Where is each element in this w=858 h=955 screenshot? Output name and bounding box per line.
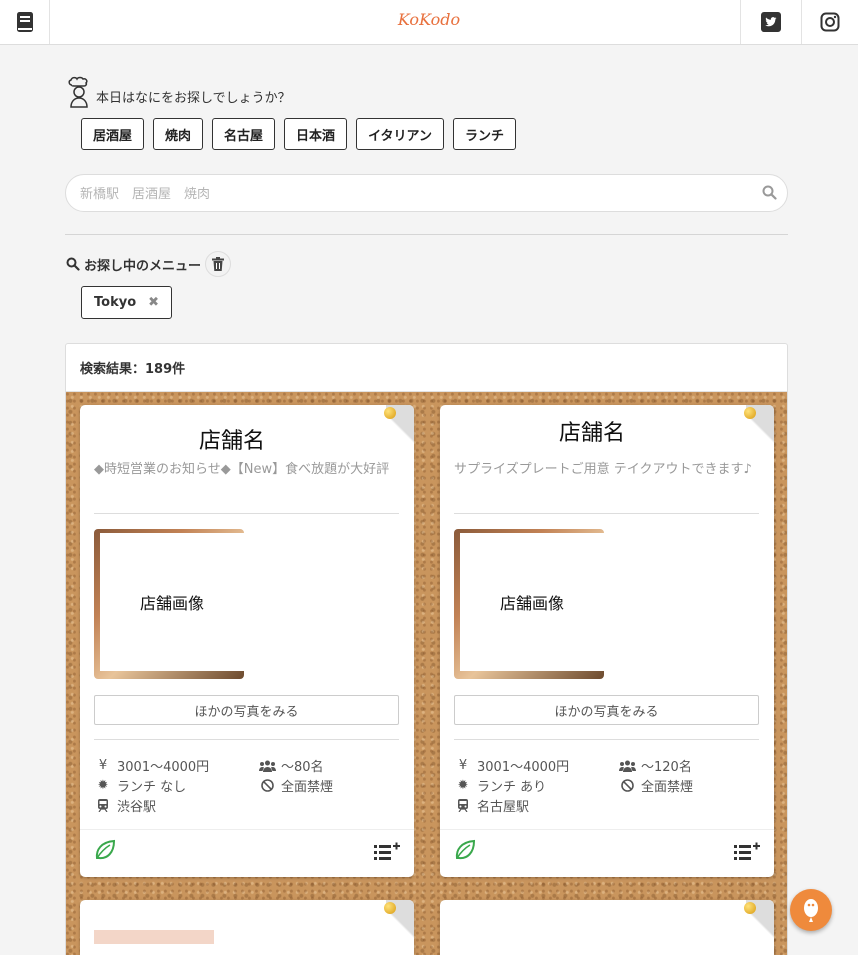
- station-value: 渋谷駅: [117, 800, 157, 815]
- capacity-info: 〜80名: [258, 756, 324, 775]
- store-photo[interactable]: 店舗画像: [454, 529, 604, 679]
- favorite-leaf-button[interactable]: [454, 839, 476, 865]
- quick-keyword-chips: 居酒屋 焼肉 名古屋 日本酒 イタリアン ランチ: [81, 118, 517, 150]
- store-description: ◆時短営業のお知らせ◆【New】食べ放題が大好評: [94, 462, 390, 477]
- sun-icon: ✹: [457, 778, 469, 793]
- smoking-info: 全面禁煙: [618, 776, 693, 795]
- chip-italian[interactable]: イタリアン: [356, 118, 445, 150]
- yen-icon: ¥: [458, 758, 468, 773]
- mascot-chat-button[interactable]: [790, 889, 832, 931]
- train-icon: [94, 799, 112, 812]
- pin-icon: [744, 407, 756, 419]
- card-footer-divider: [80, 829, 414, 830]
- prompt-text: 本日はなにをお探しでしょうか？: [96, 91, 291, 106]
- active-filter-header: お探し中のメニュー: [66, 251, 232, 277]
- menu-button[interactable]: [0, 0, 50, 44]
- chef-icon: [68, 76, 88, 108]
- search-input[interactable]: [80, 183, 740, 205]
- filter-tag-label: Tokyo: [94, 295, 137, 310]
- clear-filters-button[interactable]: [205, 251, 232, 277]
- book-icon: [16, 12, 33, 32]
- store-name[interactable]: 店舗名: [80, 423, 384, 455]
- smoking-value: 全面禁煙: [641, 780, 694, 795]
- search-icon: [762, 185, 777, 200]
- station-info: 名古屋駅: [454, 796, 529, 815]
- list-add-icon: [374, 842, 400, 860]
- chip-nagoya[interactable]: 名古屋: [212, 118, 276, 150]
- chip-yakiniku[interactable]: 焼肉: [153, 118, 204, 150]
- capacity-value: 〜120名: [641, 760, 692, 775]
- more-photos-button[interactable]: ほかの写真をみる: [94, 695, 399, 725]
- store-card-partial[interactable]: [440, 900, 774, 955]
- price-value: 3001〜4000円: [117, 760, 210, 775]
- station-info: 渋谷駅: [94, 796, 156, 815]
- card-divider: [454, 513, 759, 514]
- add-to-list-button[interactable]: [734, 842, 760, 864]
- favorite-leaf-button[interactable]: [94, 839, 116, 865]
- filter-title: お探し中のメニュー: [84, 258, 202, 274]
- more-photos-button[interactable]: ほかの写真をみる: [454, 695, 759, 725]
- store-card-partial[interactable]: [80, 900, 414, 955]
- results-count: 検索結果：189件: [66, 344, 787, 392]
- remove-tag-icon[interactable]: ✖: [148, 295, 159, 310]
- filter-tag[interactable]: Tokyo ✖: [81, 286, 173, 319]
- mascot-icon: [804, 899, 818, 922]
- train-icon: [454, 799, 472, 812]
- site-logo[interactable]: KoKodo: [0, 10, 858, 29]
- chip-nihonshu[interactable]: 日本酒: [284, 118, 348, 150]
- store-image-label: 店舗画像: [460, 533, 604, 671]
- pin-icon: [384, 407, 396, 419]
- add-to-list-button[interactable]: [374, 842, 400, 864]
- no-smoking-icon: [258, 779, 276, 792]
- instagram-icon: [820, 12, 840, 32]
- yen-icon: ¥: [98, 758, 108, 773]
- price-value: 3001〜4000円: [477, 760, 570, 775]
- store-photo[interactable]: 店舗画像: [94, 529, 244, 679]
- chip-izakaya[interactable]: 居酒屋: [81, 118, 145, 150]
- search-prompt: 本日はなにをお探しでしょうか？: [66, 74, 291, 108]
- store-card[interactable]: 店舗名 サプライズプレートご用意 テイクアウトできます♪ 店舗画像 ほかの写真を…: [440, 405, 774, 877]
- top-bar: KoKodo: [0, 0, 858, 45]
- station-value: 名古屋駅: [477, 800, 530, 815]
- twitter-link[interactable]: [740, 0, 801, 44]
- card-divider: [454, 739, 759, 740]
- store-name[interactable]: 店舗名: [440, 415, 744, 447]
- users-icon: [618, 760, 636, 772]
- smoking-value: 全面禁煙: [281, 780, 334, 795]
- capacity-value: 〜80名: [281, 760, 324, 775]
- lunch-info: ✹ ランチ あり: [454, 776, 547, 795]
- chip-lunch[interactable]: ランチ: [453, 118, 517, 150]
- store-card[interactable]: 店舗名 ◆時短営業のお知らせ◆【New】食べ放題が大好評 店舗画像 ほかの写真を…: [80, 405, 414, 877]
- lunch-value: ランチ あり: [477, 780, 547, 795]
- search-bar: [65, 174, 788, 212]
- users-icon: [258, 760, 276, 772]
- results-panel: 検索結果：189件 店舗名 ◆時短営業のお知らせ◆【New】食べ放題が大好評 店…: [65, 343, 788, 955]
- price-info: ¥ 3001〜4000円: [94, 756, 209, 775]
- twitter-icon: [761, 12, 781, 32]
- list-add-icon: [734, 842, 760, 860]
- leaf-icon: [455, 839, 476, 860]
- smoking-info: 全面禁煙: [258, 776, 333, 795]
- lunch-info: ✹ ランチ なし: [94, 776, 187, 795]
- card-divider: [94, 513, 399, 514]
- search-icon: [66, 257, 80, 271]
- pin-icon: [384, 902, 396, 914]
- card-divider: [94, 739, 399, 740]
- instagram-link[interactable]: [801, 0, 858, 44]
- price-info: ¥ 3001〜4000円: [454, 756, 569, 775]
- lunch-value: ランチ なし: [117, 780, 187, 795]
- capacity-info: 〜120名: [618, 756, 692, 775]
- store-description: サプライズプレートご用意 テイクアウトできます♪: [454, 462, 752, 477]
- pin-icon: [744, 902, 756, 914]
- no-smoking-icon: [618, 779, 636, 792]
- card-placeholder-bar: [94, 930, 214, 944]
- card-footer-divider: [440, 829, 774, 830]
- trash-icon: [212, 257, 225, 271]
- sun-icon: ✹: [97, 778, 109, 793]
- search-button[interactable]: [762, 185, 777, 204]
- leaf-icon: [95, 839, 116, 860]
- corkboard: 店舗名 ◆時短営業のお知らせ◆【New】食べ放題が大好評 店舗画像 ほかの写真を…: [66, 392, 787, 955]
- store-image-label: 店舗画像: [100, 533, 244, 671]
- section-divider: [65, 234, 788, 235]
